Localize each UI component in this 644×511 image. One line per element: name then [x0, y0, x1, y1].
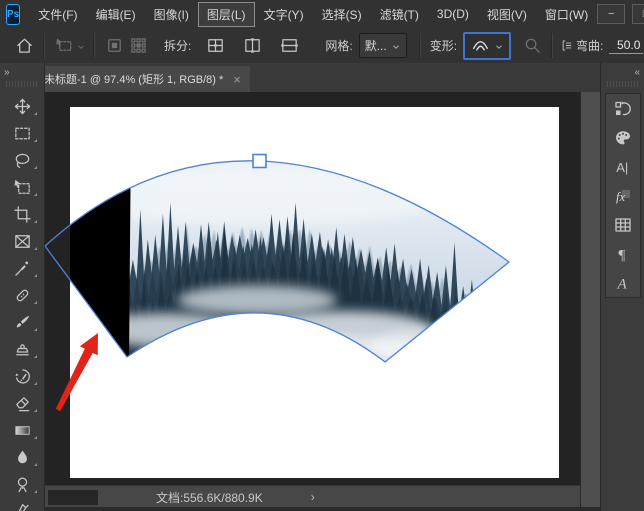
warp-style-select[interactable]: [463, 31, 512, 60]
panel-icon-column: A| fx ¶ A: [604, 93, 641, 298]
expand-toolbar-icon[interactable]: »: [4, 67, 10, 78]
tool-column: [0, 93, 44, 511]
paragraph-panel-button[interactable]: ¶: [606, 239, 640, 268]
chevron-down-icon: [391, 41, 401, 51]
divider: [551, 33, 554, 58]
window-controls: −□×: [597, 4, 644, 24]
canvas-svg: [45, 92, 580, 485]
document-size-info: 文档:556.6K/880.9K: [156, 490, 263, 505]
lasso-tool[interactable]: [0, 147, 45, 174]
brush-tool[interactable]: [0, 309, 45, 336]
toggle-guides-icon[interactable]: [102, 34, 126, 58]
clone-stamp-tool[interactable]: [0, 336, 45, 363]
left-toolbar: »: [0, 63, 45, 511]
pen-tool[interactable]: [0, 498, 45, 511]
tab-bar: 未标题-1 @ 97.4% (矩形 1, RGB/8) * ×: [33, 63, 600, 92]
home-icon[interactable]: [12, 34, 36, 58]
move-tool[interactable]: [0, 93, 45, 120]
menu-item[interactable]: 选择(S): [314, 3, 370, 26]
magnifier-icon[interactable]: [520, 34, 544, 58]
transform-mode-icon[interactable]: [52, 34, 76, 58]
document-tab[interactable]: 未标题-1 @ 97.4% (矩形 1, RGB/8) * ×: [35, 66, 250, 92]
split-crosshair-button[interactable]: [201, 33, 229, 59]
menu-item[interactable]: 滤镜(T): [372, 3, 427, 26]
object-selection-tool[interactable]: [0, 174, 45, 201]
divider: [418, 33, 421, 58]
bend-value-field[interactable]: 50.0: [609, 38, 644, 54]
status-expand-icon[interactable]: ›: [311, 490, 315, 504]
dodge-tool[interactable]: [0, 471, 45, 498]
warp-top-handle[interactable]: [252, 153, 267, 169]
menu-item[interactable]: 图像(I): [146, 3, 197, 26]
frame-tool[interactable]: [0, 228, 45, 255]
menu-bar-container: Ps 文件(F) 编辑(E) 图像(I) 图层(L) 文字(Y) 选择(S) 滤镜(T) 3D…: [0, 0, 644, 29]
divider: [43, 33, 45, 58]
split-buttons: [201, 33, 303, 59]
split-vertical-button[interactable]: [238, 33, 266, 59]
panel-gutter: [580, 92, 600, 507]
photoshop-window: Ps 文件(F) 编辑(E) 图像(I) 图层(L) 文字(Y) 选择(S) 滤镜(T) 3D…: [0, 0, 644, 511]
maximize-button[interactable]: □: [632, 4, 644, 24]
warp-label: 变形:: [429, 39, 458, 53]
crop-tool[interactable]: [0, 201, 45, 228]
eraser-tool[interactable]: [0, 390, 45, 417]
chevron-down-icon: [494, 41, 504, 51]
chevron-down-icon: [76, 41, 86, 51]
grid-select[interactable]: 默...: [358, 33, 407, 58]
effects-panel-button[interactable]: fx: [606, 181, 640, 210]
arc-warp-icon: [470, 36, 490, 56]
minimize-button[interactable]: −: [597, 4, 626, 24]
menu-item[interactable]: 3D(D): [429, 4, 477, 24]
grid-label: 网格:: [325, 39, 353, 53]
menu-item[interactable]: 文字(Y): [256, 3, 312, 26]
eyedropper-tool[interactable]: [0, 255, 45, 282]
zoom-level-field[interactable]: [48, 489, 98, 505]
divider: [93, 33, 95, 58]
glyphs-panel-button[interactable]: A: [606, 268, 640, 297]
menu-item[interactable]: 编辑(E): [88, 3, 144, 26]
bend-label: 弯曲:: [576, 39, 604, 53]
photoshop-logo-icon[interactable]: Ps: [6, 3, 21, 25]
svg-text:A: A: [616, 276, 627, 292]
svg-text:fx: fx: [616, 190, 625, 204]
blur-tool[interactable]: [0, 444, 45, 471]
bottom-strip: [45, 507, 600, 511]
status-bar: 文档:556.6K/880.9K ›: [45, 485, 580, 508]
close-tab-icon[interactable]: ×: [233, 72, 241, 87]
history-panel-button[interactable]: [606, 94, 640, 123]
menu-item[interactable]: 视图(V): [479, 3, 535, 26]
document-tab-title: 未标题-1 @ 97.4% (矩形 1, RGB/8) *: [44, 74, 224, 86]
grid-panel-button[interactable]: [606, 210, 640, 239]
split-label: 拆分:: [164, 39, 192, 53]
dock-grip[interactable]: [607, 81, 638, 87]
menu-item[interactable]: 文件(F): [30, 3, 85, 26]
split-horizontal-button[interactable]: [275, 33, 303, 59]
options-bar: 拆分: 网格: 默... 变形: 弯曲: 50.0: [0, 28, 644, 64]
collapse-dock-icon[interactable]: «: [634, 67, 640, 78]
grid-select-value: 默...: [364, 39, 387, 53]
rectangular-marquee-tool[interactable]: [0, 120, 45, 147]
anchor-points-grid-icon[interactable]: [126, 34, 150, 58]
character-panel-button[interactable]: A|: [606, 152, 640, 181]
menu-item[interactable]: 图层(L): [197, 1, 255, 27]
canvas-area[interactable]: [45, 92, 580, 485]
svg-text:A|: A|: [616, 160, 628, 175]
menu-bar: 文件(F) 编辑(E) 图像(I) 图层(L) 文字(Y) 选择(S) 滤镜(T) 3D(D)…: [29, 1, 597, 27]
right-dock: « A| fx ¶ A: [600, 63, 644, 511]
spot-healing-brush-tool[interactable]: [0, 282, 45, 309]
gradient-tool[interactable]: [0, 417, 45, 444]
bend-orientation-icon[interactable]: [560, 34, 574, 58]
svg-text:¶: ¶: [618, 247, 625, 263]
menu-item[interactable]: 窗口(W): [537, 3, 596, 26]
toolbar-grip[interactable]: [6, 81, 38, 87]
color-panel-button[interactable]: [606, 123, 640, 152]
history-brush-tool[interactable]: [0, 363, 45, 390]
